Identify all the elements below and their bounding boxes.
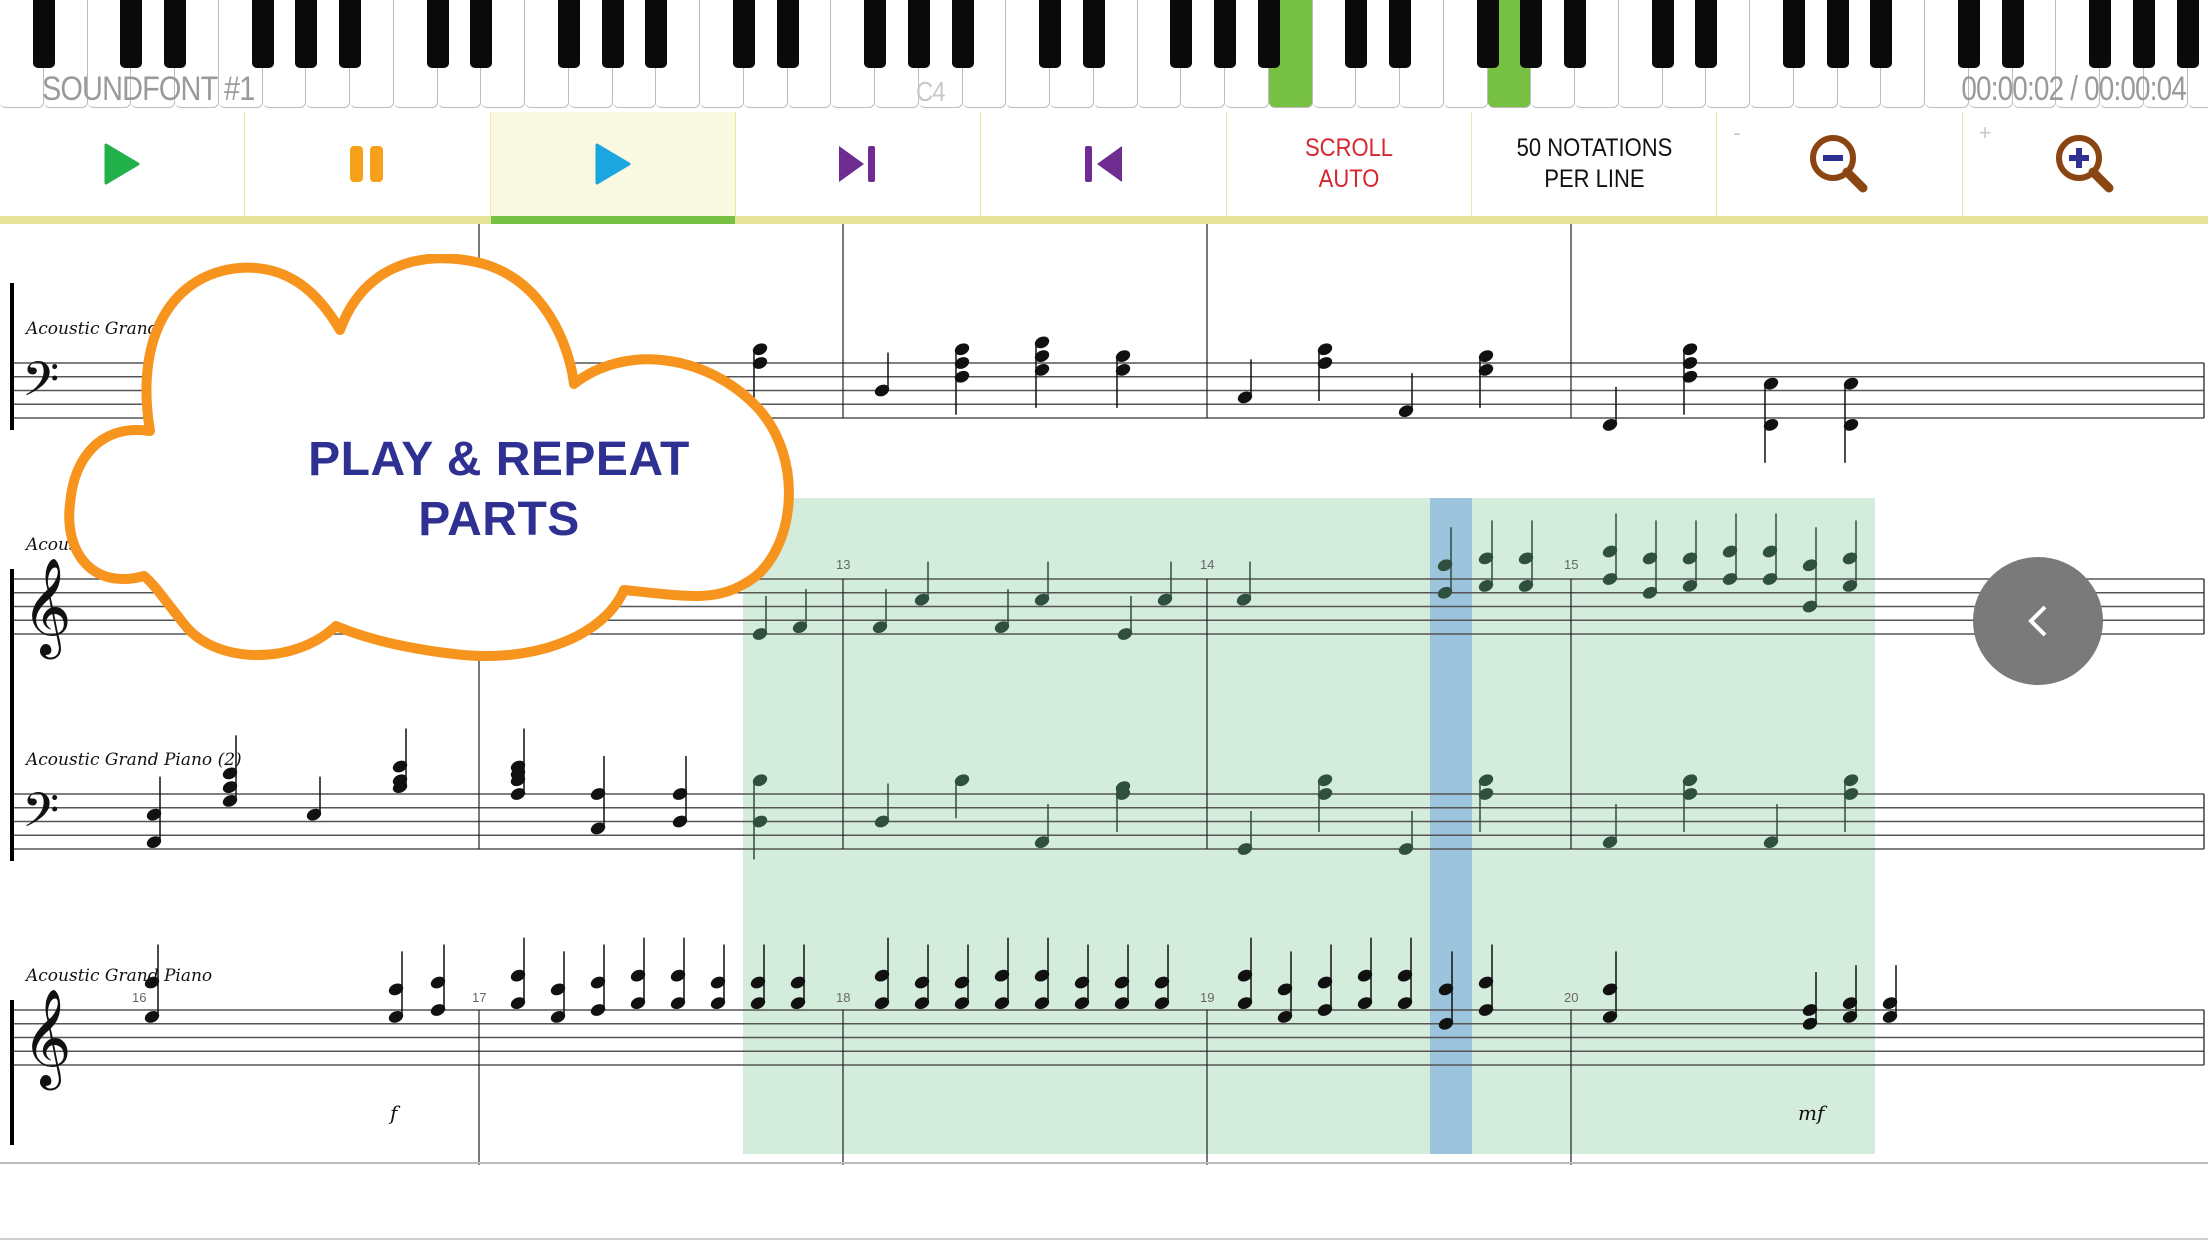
skip-previous-icon	[1085, 146, 1123, 182]
piano-black-key[interactable]	[1651, 0, 1674, 68]
pause-icon	[350, 146, 384, 182]
piano-black-key[interactable]	[2132, 0, 2155, 68]
play-selection-button[interactable]	[490, 112, 736, 216]
notations-line2: PER LINE	[1543, 165, 1645, 193]
scroll-mode-line1: SCROLL	[1304, 134, 1393, 162]
piano-black-key[interactable]	[732, 0, 755, 68]
callout-line2: PARTS	[418, 493, 580, 546]
bottom-divider	[0, 1238, 2208, 1240]
piano-black-key[interactable]	[339, 0, 361, 68]
measure-number: 19	[1200, 990, 1214, 1005]
measure-number: 13	[836, 557, 850, 572]
play-button[interactable]	[0, 112, 246, 216]
piano-keyboard[interactable]	[0, 0, 2208, 110]
zoom-in-hint: +	[1978, 120, 1992, 145]
piano-black-key[interactable]	[557, 0, 580, 68]
piano-black-key[interactable]	[2176, 0, 2199, 68]
dynamic-marking: f	[388, 1101, 401, 1125]
soundfont-label[interactable]: SOUNDFONT #1	[42, 70, 255, 109]
piano-black-key[interactable]	[1257, 0, 1280, 68]
measure-number: 20	[1564, 990, 1578, 1005]
bass-clef-icon: 𝄢	[22, 351, 59, 419]
piano-black-key[interactable]	[426, 0, 449, 68]
piano-black-key[interactable]	[1957, 0, 1980, 68]
notations-per-line-button[interactable]: 50 NOTATIONS PER LINE	[1472, 112, 1718, 216]
measure-number: 14	[1200, 557, 1214, 572]
toolbar-accent-bar	[0, 216, 2208, 224]
play-icon	[595, 143, 631, 185]
piano-black-key[interactable]	[32, 0, 55, 68]
piano-black-key[interactable]	[1782, 0, 1805, 68]
octave-marker-c4: C4	[916, 76, 946, 107]
piano-black-key[interactable]	[1826, 0, 1849, 68]
scroll-mode-line2: AUTO	[1318, 165, 1380, 193]
skip-forward-button[interactable]	[736, 112, 982, 216]
playhead-cursor[interactable]	[1430, 498, 1472, 1154]
piano-black-key[interactable]	[1170, 0, 1193, 68]
selection-highlight[interactable]	[743, 498, 1875, 1154]
piano-black-key[interactable]	[1564, 0, 1586, 68]
piano-black-key[interactable]	[2001, 0, 2024, 68]
piano-black-key[interactable]	[1520, 0, 1543, 68]
playback-toolbar: SCROLL AUTO 50 NOTATIONS PER LINE - +	[0, 112, 2208, 216]
piano-black-key[interactable]	[470, 0, 493, 68]
collapse-panel-button[interactable]	[1973, 557, 2103, 685]
staff-label: Acoustic Grand Piano (2)	[24, 750, 242, 770]
dynamic-marking: mf	[1798, 1101, 1828, 1125]
zoom-out-button[interactable]: -	[1717, 112, 1963, 216]
piano-black-key[interactable]	[295, 0, 318, 68]
staff-label: Acoustic Grand Piano	[24, 966, 212, 986]
notations-line1: 50 NOTATIONS	[1516, 134, 1672, 162]
piano-black-key[interactable]	[601, 0, 624, 68]
piano-black-key[interactable]	[645, 0, 668, 68]
play-icon	[104, 143, 140, 185]
piano-black-key[interactable]	[1214, 0, 1236, 68]
piano-black-key[interactable]	[1039, 0, 1061, 68]
measure-number: 17	[472, 990, 486, 1005]
piano-black-key[interactable]	[1476, 0, 1499, 68]
piano-black-key[interactable]	[1082, 0, 1105, 68]
piano-black-key[interactable]	[2089, 0, 2111, 68]
scroll-mode-button[interactable]: SCROLL AUTO	[1227, 112, 1472, 216]
piano-black-key[interactable]	[251, 0, 274, 68]
time-display: 00:00:02 / 00:00:04	[1961, 70, 2187, 108]
bass-clef-icon: 𝄢	[22, 782, 59, 850]
treble-clef-icon: 𝄞	[22, 988, 72, 1090]
piano-black-key[interactable]	[1389, 0, 1411, 68]
skip-back-button[interactable]	[981, 112, 1227, 216]
zoom-out-hint: -	[1733, 120, 1741, 145]
piano-black-key[interactable]	[120, 0, 143, 68]
piano-black-key[interactable]	[951, 0, 974, 68]
piano-black-key[interactable]	[164, 0, 186, 68]
measure-number: 16	[132, 990, 146, 1005]
callout-text: PLAY & REPEAT PARTS	[194, 430, 804, 550]
chevron-left-icon	[2028, 605, 2047, 637]
skip-next-icon	[839, 146, 876, 182]
active-button-indicator	[491, 216, 735, 224]
measure-number: 15	[1564, 557, 1578, 572]
callout-cloud: PLAY & REPEAT PARTS	[64, 253, 804, 666]
piano-black-key[interactable]	[776, 0, 799, 68]
callout-line1: PLAY & REPEAT	[308, 433, 690, 486]
zoom-out-icon	[1810, 135, 1868, 193]
piano-black-key[interactable]	[1695, 0, 1718, 68]
zoom-in-button[interactable]: +	[1963, 112, 2208, 216]
piano-black-key[interactable]	[1870, 0, 1893, 68]
pause-button[interactable]	[245, 112, 491, 216]
measure-number: 18	[836, 990, 850, 1005]
piano-black-key[interactable]	[907, 0, 930, 68]
piano-black-key[interactable]	[864, 0, 886, 68]
zoom-in-icon	[2056, 135, 2114, 193]
piano-black-key[interactable]	[1345, 0, 1368, 68]
